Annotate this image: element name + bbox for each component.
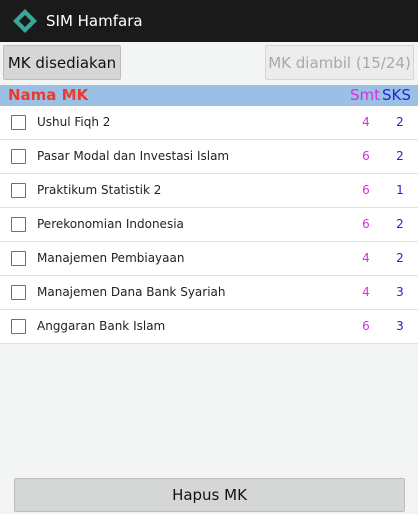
course-sks: 2 xyxy=(396,251,404,265)
course-row[interactable]: Praktikum Statistik 2 6 1 xyxy=(0,174,418,208)
app-logo-icon[interactable] xyxy=(12,8,38,34)
course-sks: 1 xyxy=(396,183,404,197)
course-smt: 6 xyxy=(362,183,370,197)
course-smt: 6 xyxy=(362,319,370,333)
course-name: Manajemen Dana Bank Syariah xyxy=(37,285,226,299)
course-smt: 4 xyxy=(362,115,370,129)
available-courses-button[interactable]: MK disediakan xyxy=(3,45,121,80)
course-checkbox[interactable] xyxy=(11,319,26,334)
column-header-name: Nama MK xyxy=(8,86,89,104)
action-bar: SIM Hamfara xyxy=(0,0,418,42)
course-checkbox[interactable] xyxy=(11,251,26,266)
course-checkbox[interactable] xyxy=(11,217,26,232)
course-checkbox[interactable] xyxy=(11,149,26,164)
course-row[interactable]: Ushul Fiqh 2 4 2 xyxy=(0,106,418,140)
course-smt: 6 xyxy=(362,217,370,231)
course-list: Ushul Fiqh 2 4 2 Pasar Modal dan Investa… xyxy=(0,106,418,344)
course-checkbox[interactable] xyxy=(11,115,26,130)
column-header-smt: Smt xyxy=(350,86,381,104)
course-row[interactable]: Perekonomian Indonesia 6 2 xyxy=(0,208,418,242)
course-name: Praktikum Statistik 2 xyxy=(37,183,162,197)
course-name: Perekonomian Indonesia xyxy=(37,217,184,231)
course-name: Manajemen Pembiayaan xyxy=(37,251,185,265)
taken-courses-button[interactable]: MK diambil (15/24) xyxy=(265,45,414,80)
course-sks: 2 xyxy=(396,149,404,163)
course-row[interactable]: Manajemen Pembiayaan 4 2 xyxy=(0,242,418,276)
course-name: Ushul Fiqh 2 xyxy=(37,115,111,129)
delete-course-button[interactable]: Hapus MK xyxy=(14,478,405,512)
column-header-sks: SKS xyxy=(382,86,411,104)
course-sks: 2 xyxy=(396,217,404,231)
course-sks: 3 xyxy=(396,285,404,299)
course-smt: 6 xyxy=(362,149,370,163)
app-title: SIM Hamfara xyxy=(46,12,143,30)
course-row[interactable]: Anggaran Bank Islam 6 3 xyxy=(0,310,418,344)
course-checkbox[interactable] xyxy=(11,285,26,300)
course-smt: 4 xyxy=(362,285,370,299)
course-checkbox[interactable] xyxy=(11,183,26,198)
course-name: Pasar Modal dan Investasi Islam xyxy=(37,149,230,163)
table-header: Nama MK Smt SKS xyxy=(0,85,418,106)
course-smt: 4 xyxy=(362,251,370,265)
course-name: Anggaran Bank Islam xyxy=(37,319,166,333)
course-sks: 3 xyxy=(396,319,404,333)
course-row[interactable]: Pasar Modal dan Investasi Islam 6 2 xyxy=(0,140,418,174)
course-sks: 2 xyxy=(396,115,404,129)
course-row[interactable]: Manajemen Dana Bank Syariah 4 3 xyxy=(0,276,418,310)
